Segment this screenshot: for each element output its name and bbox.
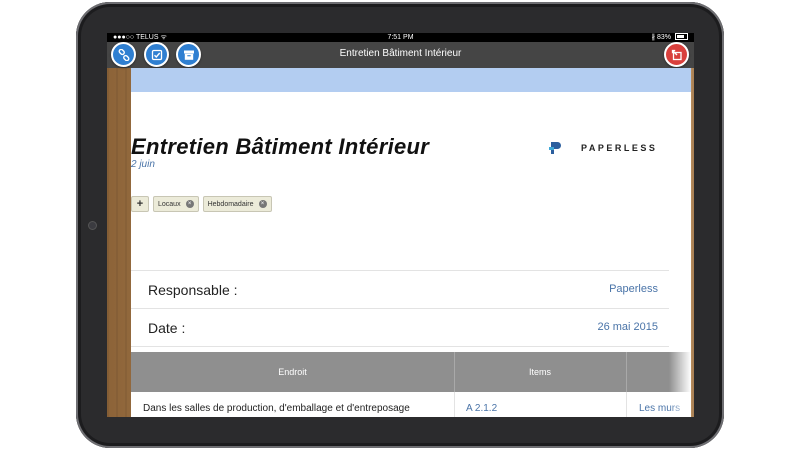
document-title: Entretien Bâtiment Intérieur [131, 134, 430, 159]
tag-chip: Hebdomadaire × [202, 196, 272, 212]
tag-chip: Locaux × [153, 196, 199, 212]
checkbox-icon [151, 49, 162, 60]
field-value: 26 mai 2015 [597, 321, 658, 333]
row-divider [454, 392, 455, 417]
battery-label: ∦ 83% [651, 34, 672, 41]
logo-text: PAPERLESS [581, 143, 658, 153]
tag-list: + Locaux × Hebdomadaire × [131, 196, 276, 212]
document-page: Entretien Bâtiment Intérieur 2 juin PAPE… [131, 68, 691, 417]
column-header-endroit: Endroit [278, 367, 307, 377]
tag-label: Hebdomadaire [207, 200, 254, 208]
remove-tag-icon[interactable]: × [185, 200, 194, 208]
field-divider [131, 346, 669, 347]
camera-dot [88, 221, 97, 230]
tag-label: Locaux [158, 200, 181, 208]
link-button[interactable] [111, 42, 136, 67]
table-row[interactable]: Dans les salles de production, d'emballa… [131, 392, 691, 417]
field-label: Responsable : [148, 282, 238, 298]
status-time: 7:51 PM [387, 34, 414, 41]
cell-items[interactable]: A 2.1.2 [466, 403, 497, 414]
column-header-items: Items [528, 367, 551, 377]
archive-icon [183, 50, 194, 60]
exit-icon [671, 49, 682, 60]
battery-status: ∦ 83% [652, 33, 688, 42]
paperless-logo: PAPERLESS [549, 141, 657, 155]
paperless-logo-icon [549, 142, 561, 154]
checklist-button[interactable] [144, 42, 169, 67]
document-header-band [131, 68, 691, 92]
table-scroll-fade [669, 352, 691, 417]
add-tag-button[interactable]: + [131, 196, 149, 212]
document-date: 2 juin [131, 159, 155, 170]
link-icon [118, 48, 129, 61]
battery-fill [677, 35, 685, 38]
field-label: Date : [148, 320, 186, 336]
archive-button[interactable] [176, 42, 201, 67]
responsable-field[interactable]: Responsable : Paperless [131, 270, 669, 308]
cell-endroit: Dans les salles de production, d'emballa… [143, 403, 410, 414]
column-divider [626, 352, 627, 392]
status-bar: ●●●○○ TELUS ᯤ 7:51 PM ∦ 83% [107, 33, 694, 42]
field-value: Paperless [609, 283, 658, 295]
exit-button[interactable] [664, 42, 689, 67]
battery-icon [675, 33, 688, 40]
app-screen: ●●●○○ TELUS ᯤ 7:51 PM ∦ 83% Entretien Bâ… [107, 33, 694, 417]
date-field[interactable]: Date : 26 mai 2015 [131, 308, 669, 346]
table-header: Endroit Items [131, 352, 691, 392]
remove-tag-icon[interactable]: × [258, 200, 267, 208]
row-divider [626, 392, 627, 417]
